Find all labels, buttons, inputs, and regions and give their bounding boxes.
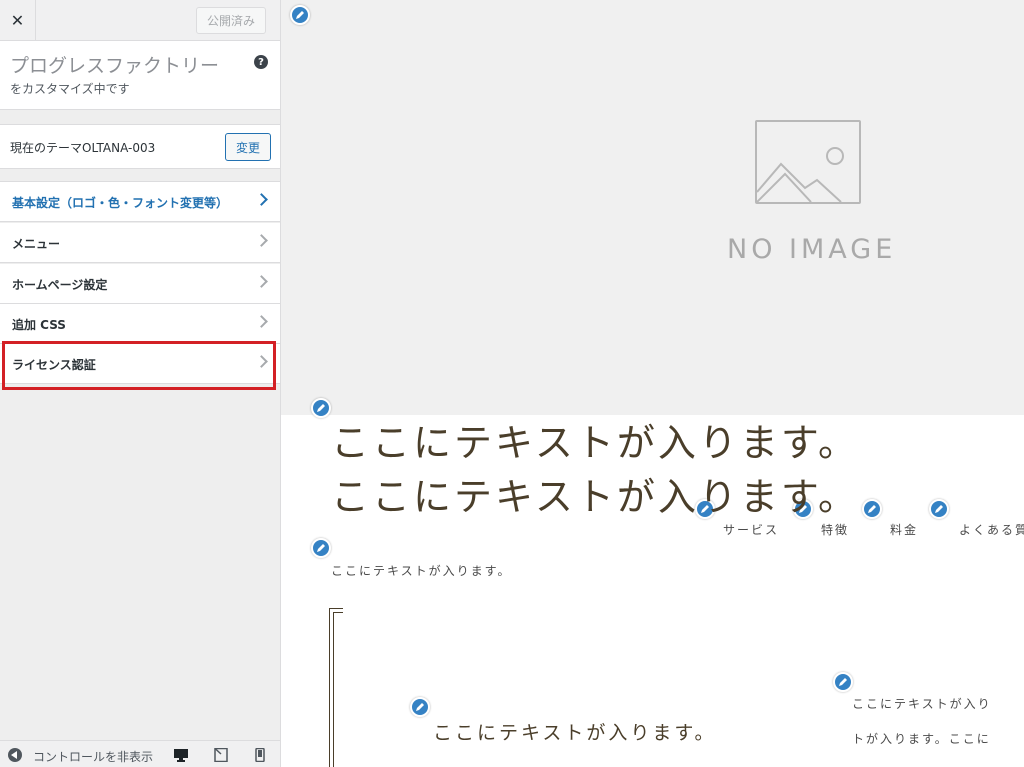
- publish-button[interactable]: 公開済み: [196, 7, 266, 34]
- frame-line: [329, 608, 343, 609]
- edit-shortcut-pencil-icon[interactable]: [311, 398, 331, 418]
- mobile-icon[interactable]: [252, 747, 268, 763]
- sidebar-footer: コントロールを非表示: [0, 740, 280, 767]
- current-theme-label: 現在のテーマOLTANA-003: [10, 141, 156, 155]
- frame-line: [333, 612, 343, 613]
- chevron-right-icon: [255, 275, 268, 288]
- nav-link-pricing[interactable]: 料金: [890, 521, 918, 538]
- feature-text: ここにテキストが入ります。: [433, 722, 717, 744]
- edit-shortcut-pencil-icon[interactable]: [290, 5, 310, 25]
- customizer-sidebar: ✕ 公開済み プログレスファクトリー をカスタマイズ中です ? 現在のテーマOL…: [0, 0, 281, 767]
- sidebar-item-label: 基本設定（ロゴ・色・フォント変更等）: [12, 196, 229, 210]
- customizing-label: をカスタマイズ中です: [10, 82, 130, 96]
- sidebar-item-basic-settings[interactable]: 基本設定（ロゴ・色・フォント変更等）: [0, 182, 280, 222]
- hero-image-area: NO IMAGE: [281, 0, 1024, 415]
- edit-shortcut-pencil-icon[interactable]: [862, 499, 882, 519]
- sidebar-item-menus[interactable]: メニュー: [0, 223, 280, 263]
- edit-shortcut-pencil-icon[interactable]: [410, 697, 430, 717]
- site-title: プログレスファクトリー: [10, 55, 220, 77]
- sub-text: ここにテキストが入ります。: [331, 564, 512, 578]
- chevron-right-icon: [255, 355, 268, 368]
- sidebar-item-label: ホームページ設定: [12, 278, 108, 292]
- edit-shortcut-pencil-icon[interactable]: [311, 538, 331, 558]
- frame-line: [329, 608, 330, 767]
- right-text-line-1: ここにテキストが入り: [852, 697, 992, 711]
- sidebar-item-additional-css[interactable]: 追加 CSS: [0, 304, 280, 344]
- nav-link-service[interactable]: サービス: [723, 521, 779, 538]
- change-theme-button[interactable]: 変更: [225, 133, 271, 161]
- chevron-right-icon: [255, 193, 268, 206]
- edit-shortcut-pencil-icon[interactable]: [929, 499, 949, 519]
- site-preview: NO IMAGE ここにテキストが入ります。 ここにテキストが入ります。 サービ…: [281, 0, 1024, 767]
- frame-line: [333, 612, 334, 767]
- sidebar-item-label: ライセンス認証: [12, 358, 96, 372]
- sidebar-item-license[interactable]: ライセンス認証: [0, 344, 280, 384]
- sidebar-header: ✕ 公開済み: [0, 0, 280, 41]
- nav-link-features[interactable]: 特徴: [821, 521, 849, 538]
- customize-info: プログレスファクトリー をカスタマイズ中です ?: [0, 41, 280, 110]
- collapse-icon[interactable]: [8, 748, 22, 762]
- current-theme-row: 現在のテーマOLTANA-003 変更: [0, 124, 280, 169]
- sidebar-item-label: 追加 CSS: [12, 318, 66, 332]
- collapse-label[interactable]: コントロールを非表示: [33, 748, 155, 765]
- help-icon[interactable]: ?: [254, 55, 268, 69]
- sidebar-item-label: メニュー: [12, 237, 61, 251]
- hero-heading-line-1: ここにテキストが入ります。: [331, 421, 860, 465]
- close-button[interactable]: ✕: [0, 0, 36, 40]
- tablet-icon[interactable]: [213, 747, 229, 763]
- nav-link-faq[interactable]: よくある質: [959, 521, 1024, 538]
- edit-shortcut-pencil-icon[interactable]: [833, 672, 853, 692]
- right-text-line-2: トが入ります。ここに: [852, 732, 991, 746]
- no-image-label: NO IMAGE: [727, 234, 897, 265]
- chevron-right-icon: [255, 234, 268, 247]
- desktop-icon[interactable]: [173, 747, 189, 762]
- chevron-right-icon: [255, 315, 268, 328]
- no-image-placeholder-icon: [755, 120, 861, 204]
- hero-heading-line-2: ここにテキストが入ります。: [331, 475, 860, 519]
- sidebar-item-homepage-settings[interactable]: ホームページ設定: [0, 264, 280, 304]
